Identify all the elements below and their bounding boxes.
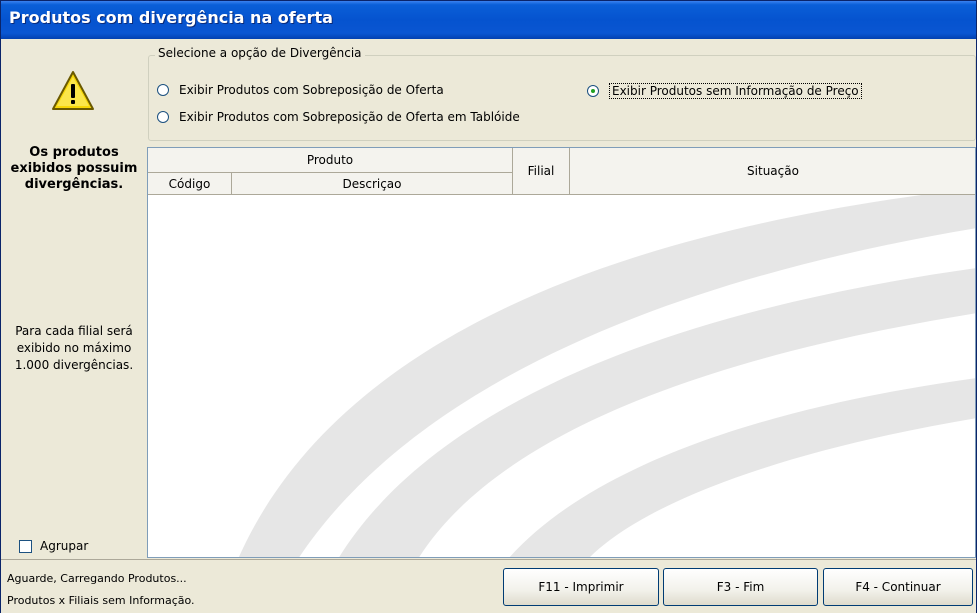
continue-button[interactable]: F4 - Continuar — [823, 568, 973, 606]
radio-button-selected[interactable] — [587, 85, 599, 97]
agrupar-checkbox[interactable]: Agrupar — [19, 539, 88, 553]
checkbox-box[interactable] — [19, 539, 32, 553]
divergence-group-legend: Selecione a opção de Divergência — [155, 46, 365, 60]
radio-button[interactable] — [157, 111, 169, 123]
end-button[interactable]: F3 - Fim — [663, 568, 818, 606]
left-panel: Os produtos exibidos possuim divergência… — [1, 39, 147, 559]
main-window: Produtos com divergência na oferta Os pr… — [0, 0, 977, 613]
info-message: Para cada filial será exibido no máximo … — [14, 324, 134, 372]
column-header-situacao[interactable]: Situação — [570, 148, 975, 195]
status-detail: Produtos x Filiais sem Informação. — [7, 594, 195, 607]
print-button[interactable]: F11 - Imprimir — [503, 568, 659, 606]
column-header-descricao[interactable]: Descriçao — [232, 173, 513, 195]
radio-sobreposicao-tabloide[interactable]: Exibir Produtos com Sobreposição de Ofer… — [157, 110, 520, 124]
radio-sem-preco[interactable]: Exibir Produtos sem Informação de Preço — [587, 83, 862, 99]
column-group-produto: Produto — [148, 148, 513, 173]
column-header-codigo[interactable]: Código — [148, 173, 232, 195]
column-header-filial[interactable]: Filial — [513, 148, 570, 195]
radio-button[interactable] — [157, 84, 169, 96]
status-bar: Aguarde, Carregando Produtos... Produtos… — [1, 559, 976, 613]
radio-label: Exibir Produtos com Sobreposição de Ofer… — [179, 110, 520, 124]
products-grid[interactable]: Produto Código Descriçao Filial Situação — [147, 147, 976, 558]
radio-label: Exibir Produtos sem Informação de Preço — [609, 83, 862, 99]
radio-sobreposicao[interactable]: Exibir Produtos com Sobreposição de Ofer… — [157, 83, 444, 97]
radio-label: Exibir Produtos com Sobreposição de Ofer… — [179, 83, 444, 97]
watermark-swoosh — [238, 188, 975, 557]
status-loading: Aguarde, Carregando Produtos... — [7, 572, 187, 585]
agrupar-label: Agrupar — [40, 539, 89, 553]
window-title: Produtos com divergência na oferta — [1, 1, 976, 39]
warning-icon — [52, 71, 94, 110]
warning-message: Os produtos exibidos possuim divergência… — [10, 145, 138, 192]
